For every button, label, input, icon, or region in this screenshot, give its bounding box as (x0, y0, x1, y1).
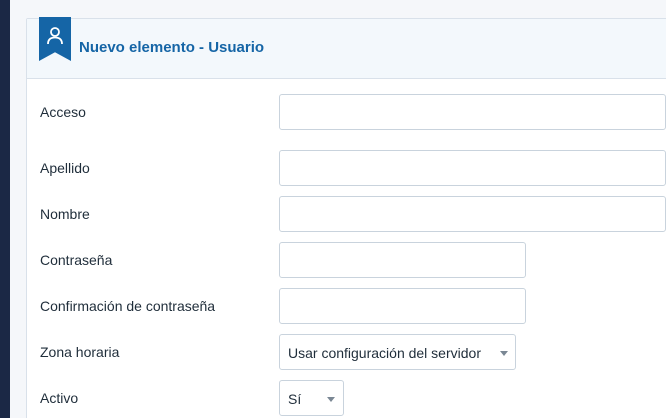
chevron-down-icon (500, 351, 508, 356)
firstname-input[interactable] (279, 196, 666, 232)
timezone-select-value: Usar configuración del servidor (288, 345, 481, 361)
lastname-input[interactable] (279, 150, 666, 186)
password-input[interactable] (279, 242, 526, 278)
firstname-label: Nombre (40, 206, 90, 222)
password-label: Contraseña (40, 252, 113, 268)
new-user-form-panel: Nuevo elemento - Usuario Acceso Apellido… (26, 17, 666, 418)
panel-title: Nuevo elemento - Usuario (79, 39, 265, 56)
app-sidebar-edge (0, 0, 10, 418)
active-select[interactable]: Sí (279, 380, 344, 416)
password-confirm-input[interactable] (279, 288, 526, 324)
timezone-select[interactable]: Usar configuración del servidor (279, 334, 516, 370)
chevron-down-icon (327, 397, 335, 402)
access-label: Acceso (40, 104, 86, 120)
panel-ribbon (39, 17, 71, 61)
active-label: Activo (40, 390, 79, 406)
panel-header: Nuevo elemento - Usuario (27, 17, 666, 79)
timezone-label: Zona horaria (40, 344, 120, 360)
user-icon (47, 27, 63, 45)
password-confirm-label: Confirmación de contraseña (40, 298, 216, 314)
access-input[interactable] (279, 94, 666, 130)
lastname-label: Apellido (40, 160, 90, 176)
active-select-value: Sí (288, 391, 302, 407)
